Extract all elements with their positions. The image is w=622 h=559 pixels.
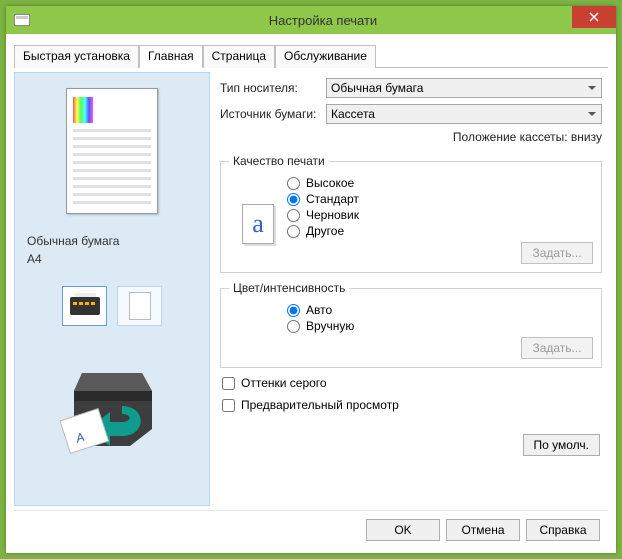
paper-source-selected: Кассета [331, 107, 375, 121]
color-legend: Цвет/интенсивность [229, 281, 349, 295]
quality-legend: Качество печати [229, 154, 329, 168]
quality-sample-icon: a [242, 204, 274, 244]
quality-high-radio[interactable]: Высокое [287, 176, 593, 190]
preview-checkbox[interactable]: Предварительный просмотр [222, 398, 602, 412]
tab-main[interactable]: Главная [139, 45, 203, 68]
window-title: Настройка печати [30, 13, 616, 28]
printer-large-illustration: A [52, 351, 172, 461]
quality-draft-radio[interactable]: Черновик [287, 208, 593, 222]
grayscale-checkbox[interactable]: Оттенки серого [222, 376, 602, 390]
media-type-value: Обычная бумага [27, 232, 119, 250]
media-type-combo[interactable]: Обычная бумага [326, 78, 602, 98]
preview-thumbs [62, 286, 162, 326]
ok-button[interactable]: OK [366, 519, 440, 541]
dialog-buttons: OK Отмена Справка [366, 519, 600, 541]
cancel-button[interactable]: Отмена [446, 519, 520, 541]
defaults-button[interactable]: По умолч. [523, 434, 600, 456]
color-manual-radio[interactable]: Вручную [287, 319, 593, 333]
media-size-value: A4 [27, 250, 119, 268]
media-type-label: Тип носителя: [220, 81, 326, 95]
quality-group: Качество печати a Высокое Стандарт [220, 154, 602, 273]
page-preview [66, 88, 158, 214]
printer-titlebar-icon [14, 14, 30, 26]
color-sample-icon [73, 97, 93, 123]
quality-set-button: Задать... [521, 242, 593, 264]
close-button[interactable] [572, 6, 616, 28]
page-small-icon [129, 292, 151, 320]
color-set-button: Задать... [521, 337, 593, 359]
cassette-position-label: Положение кассеты: внизу [220, 130, 602, 144]
print-settings-window: Настройка печати Быстрая установка Главн… [6, 6, 616, 553]
help-button[interactable]: Справка [526, 519, 600, 541]
quality-other-radio[interactable]: Другое [287, 224, 593, 238]
tab-quick-setup[interactable]: Быстрая установка [14, 45, 139, 68]
titlebar: Настройка печати [6, 6, 616, 34]
media-info: Обычная бумага A4 [27, 232, 119, 268]
tab-page-setup[interactable]: Страница [203, 45, 275, 68]
preview-panel: Обычная бумага A4 [14, 72, 210, 506]
paper-source-combo[interactable]: Кассета [326, 104, 602, 124]
divider [14, 510, 608, 511]
printer-large-icon: A [52, 351, 172, 461]
settings-panel: Тип носителя: Обычная бумага Источник бу… [210, 72, 608, 506]
printer-small-icon [70, 297, 100, 315]
tab-maintenance[interactable]: Обслуживание [275, 45, 376, 68]
content-area: Обычная бумага A4 [6, 68, 616, 506]
quality-standard-radio[interactable]: Стандарт [287, 192, 593, 206]
tab-strip: Быстрая установка Главная Страница Обслу… [14, 44, 608, 68]
paper-source-label: Источник бумаги: [220, 107, 326, 121]
close-icon [589, 12, 599, 22]
thumb-printer[interactable] [62, 286, 107, 326]
thumb-page[interactable] [117, 286, 162, 326]
color-auto-radio[interactable]: Авто [287, 303, 593, 317]
media-type-selected: Обычная бумага [331, 81, 423, 95]
color-group: Цвет/интенсивность Авто Вручную [220, 281, 602, 368]
